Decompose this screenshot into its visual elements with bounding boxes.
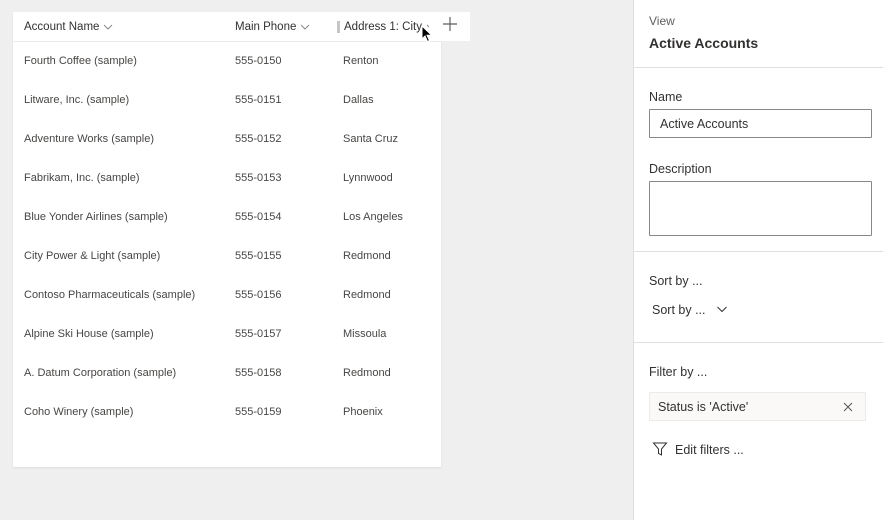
cell-city: Los Angeles (343, 210, 403, 223)
cell-main-phone: 555-0150 (235, 54, 282, 67)
column-header-label: Account Name (24, 21, 100, 33)
plus-icon (442, 16, 458, 37)
column-header-main-phone[interactable]: Main Phone (235, 12, 310, 42)
grid-header: Account Name Main Phone Address 1: City (13, 12, 441, 42)
cell-city: Dallas (343, 93, 374, 106)
cell-main-phone: 555-0151 (235, 93, 282, 106)
filter-chip-status[interactable]: Status is 'Active' (649, 392, 866, 421)
cell-city: Redmond (343, 249, 391, 262)
column-resize-handle[interactable] (337, 21, 340, 33)
table-row[interactable]: A. Datum Corporation (sample) 555-0158 Red… (13, 353, 441, 392)
cell-account-name[interactable]: Litware, Inc. (sample) (24, 80, 129, 119)
name-label: Name (649, 90, 683, 104)
cell-city: Phoenix (343, 405, 383, 418)
chevron-down-icon (300, 22, 310, 32)
cell-city: Santa Cruz (343, 132, 399, 145)
cell-main-phone: 555-0152 (235, 132, 282, 145)
view-label: View (649, 14, 675, 28)
filter-funnel-icon (652, 441, 668, 460)
edit-filters-label: Edit filters ... (675, 443, 744, 457)
filter-heading: Filter by ... (649, 365, 708, 379)
column-header-account-name[interactable]: Account Name (24, 12, 113, 42)
sort-by-dropdown[interactable]: Sort by ... (652, 300, 728, 320)
column-header-label: Main Phone (235, 21, 297, 33)
divider (634, 251, 886, 252)
description-label: Description (649, 162, 712, 176)
cell-city: Renton (343, 54, 379, 67)
table-row[interactable]: City Power & Light (sample) 555-0155 Redmo… (13, 236, 441, 275)
cell-city: Redmond (343, 366, 391, 379)
description-textarea[interactable] (649, 181, 872, 236)
table-row[interactable]: Fourth Coffee (sample) 555-0150 Renton (13, 41, 441, 80)
table-row[interactable]: Adventure Works (sample) 555-0152 Santa Cr… (13, 119, 441, 158)
table-row[interactable]: Blue Yonder Airlines (sample) 555-0154 Los… (13, 197, 441, 236)
cell-account-name[interactable]: Blue Yonder Airlines (sample) (24, 197, 168, 236)
accounts-grid: Account Name Main Phone Address 1: City … (13, 12, 441, 467)
add-column-button[interactable] (429, 12, 470, 41)
table-row[interactable]: Litware, Inc. (sample) 555-0151 Dallas (13, 80, 441, 119)
view-properties-panel: View Active Accounts Name Active Account… (633, 0, 886, 520)
cell-account-name[interactable]: City Power & Light (sample) (24, 236, 160, 275)
sort-by-label: Sort by ... (652, 303, 706, 317)
table-row[interactable]: Coho Winery (sample) 555-0159 Phoenix (13, 392, 441, 431)
cell-main-phone: 555-0158 (235, 366, 282, 379)
name-input-value: Active Accounts (660, 116, 749, 131)
cell-account-name[interactable]: Coho Winery (sample) (24, 392, 133, 431)
cell-account-name[interactable]: Fabrikam, Inc. (sample) (24, 158, 140, 197)
cell-city: Lynnwood (343, 171, 393, 184)
cell-account-name[interactable]: Adventure Works (sample) (24, 119, 154, 158)
filter-chip-label: Status is 'Active' (658, 399, 749, 414)
mouse-cursor-icon (421, 24, 433, 48)
table-row[interactable]: Fabrikam, Inc. (sample) 555-0153 Lynnwood (13, 158, 441, 197)
chevron-down-icon (716, 303, 728, 318)
cell-main-phone: 555-0153 (235, 171, 282, 184)
sort-heading: Sort by ... (649, 274, 703, 288)
cell-main-phone: 555-0156 (235, 288, 282, 301)
column-header-label: Address 1: City (344, 21, 422, 33)
edit-filters-button[interactable]: Edit filters ... (652, 440, 744, 460)
cell-main-phone: 555-0157 (235, 327, 282, 340)
table-row[interactable]: Alpine Ski House (sample) 555-0157 Missoul… (13, 314, 441, 353)
cell-account-name[interactable]: Fourth Coffee (sample) (24, 41, 137, 80)
cell-main-phone: 555-0159 (235, 405, 282, 418)
name-input[interactable]: Active Accounts (649, 109, 872, 138)
cell-account-name[interactable]: Alpine Ski House (sample) (24, 314, 154, 353)
close-icon[interactable] (841, 400, 855, 414)
cell-main-phone: 555-0154 (235, 210, 282, 223)
cell-city: Redmond (343, 288, 391, 301)
chevron-down-icon (103, 22, 113, 32)
grid-rows: Fourth Coffee (sample) 555-0150 Renton Litw… (13, 41, 441, 431)
divider (634, 67, 886, 68)
table-row[interactable]: Contoso Pharmaceuticals (sample) 555-0156… (13, 275, 441, 314)
cell-account-name[interactable]: A. Datum Corporation (sample) (24, 353, 176, 392)
cell-main-phone: 555-0155 (235, 249, 282, 262)
divider (634, 342, 886, 343)
cell-city: Missoula (343, 327, 387, 340)
view-title: Active Accounts (649, 35, 759, 51)
cell-account-name[interactable]: Contoso Pharmaceuticals (sample) (24, 275, 195, 314)
